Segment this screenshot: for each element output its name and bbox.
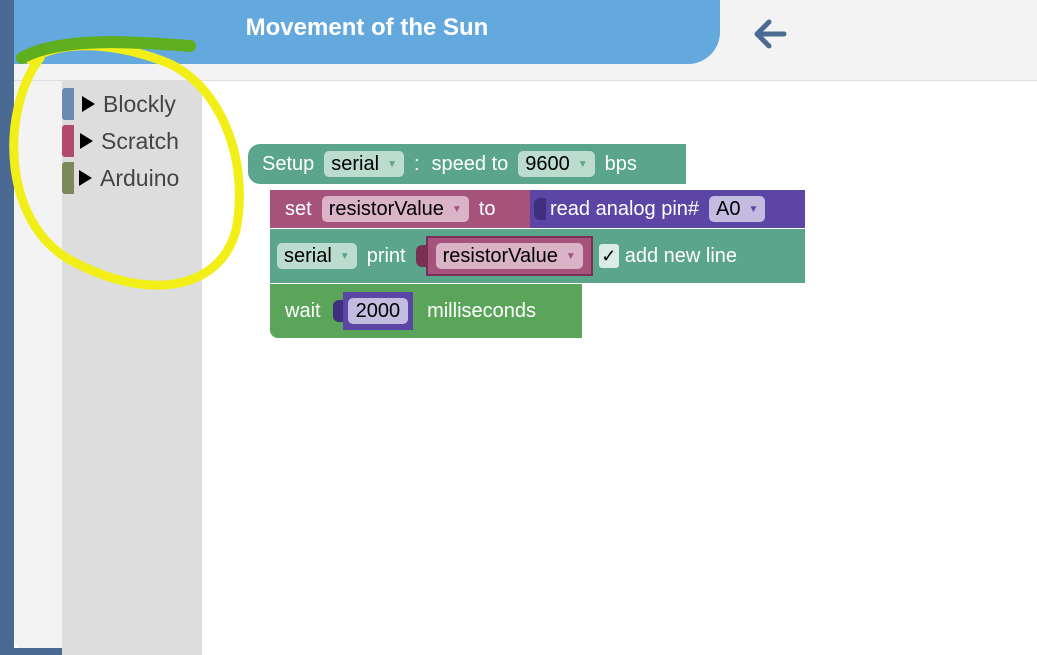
serial-print-block[interactable]: serial ▼ print resistorValue ▼ ✓ add new… (270, 229, 805, 283)
pin-dropdown[interactable]: A0 ▼ (709, 196, 766, 222)
print-variable-dropdown[interactable]: resistorValue ▼ (435, 243, 583, 269)
serial-dropdown[interactable]: serial ▼ (324, 151, 404, 177)
colon-label: : (413, 152, 420, 175)
dropdown-arrow-icon: ▼ (387, 158, 397, 170)
serial-dropdown-value: serial (331, 152, 380, 175)
speed-dropdown-value: 9600 (525, 152, 570, 175)
print-label: print (366, 244, 406, 267)
toolbox-category-scratch[interactable]: Scratch (62, 124, 179, 158)
variable-dropdown[interactable]: resistorValue ▼ (321, 196, 469, 222)
toolbox-category-arduino[interactable]: Arduino (62, 161, 179, 195)
check-icon: ✓ (601, 245, 617, 266)
wait-label: wait (285, 299, 321, 322)
category-color-swatch (62, 125, 74, 157)
read-analog-block[interactable]: read analog pin# A0 ▼ (530, 190, 805, 228)
pin-dropdown-value: A0 (716, 197, 741, 220)
dropdown-arrow-icon: ▼ (748, 203, 759, 215)
speed-dropdown[interactable]: 9600 ▼ (518, 151, 595, 177)
expand-triangle-icon (80, 133, 93, 149)
back-button[interactable] (748, 14, 792, 54)
category-label: Blockly (103, 90, 176, 117)
milliseconds-value: 2000 (355, 299, 401, 322)
milliseconds-input[interactable]: 2000 (347, 298, 409, 324)
category-label: Arduino (100, 164, 180, 191)
page-title: Movement of the Sun (245, 14, 489, 41)
print-variable-value: resistorValue (442, 244, 558, 267)
read-analog-label: read analog pin# (550, 197, 700, 220)
to-label: to (478, 197, 496, 220)
add-new-line-label: add new line (624, 244, 738, 267)
milliseconds-label: milliseconds (427, 299, 537, 322)
print-serial-dropdown[interactable]: serial ▼ (277, 243, 357, 269)
category-label: Scratch (101, 127, 179, 154)
window-frame-bottom (0, 648, 62, 655)
dropdown-arrow-icon: ▼ (339, 250, 350, 262)
input-socket (534, 198, 546, 220)
setup-serial-block[interactable]: Setup serial ▼ : speed to 9600 ▼ bps (248, 144, 686, 184)
dropdown-arrow-icon: ▼ (577, 158, 588, 170)
setup-label: Setup (262, 152, 315, 175)
number-block[interactable]: 2000 (342, 292, 414, 330)
add-new-line-checkbox[interactable]: ✓ (598, 244, 619, 268)
expand-triangle-icon (79, 170, 92, 186)
set-variable-block[interactable]: set resistorValue ▼ to (270, 190, 544, 228)
speed-label: speed to (431, 152, 509, 175)
toolbox-category-blockly[interactable]: Blockly (62, 87, 176, 121)
print-serial-dropdown-value: serial (284, 244, 332, 267)
category-color-swatch (62, 162, 74, 194)
variable-getter-block[interactable]: resistorValue ▼ (425, 236, 593, 276)
dropdown-arrow-icon: ▼ (451, 203, 462, 215)
arrow-left-icon (754, 19, 787, 49)
title-tab: Movement of the Sun (14, 0, 720, 64)
category-color-swatch (62, 88, 74, 120)
toolbox: Blockly Scratch Arduino (62, 81, 202, 655)
set-label: set (285, 197, 312, 220)
window-frame-left (0, 0, 14, 655)
dropdown-arrow-icon: ▼ (565, 250, 576, 262)
expand-triangle-icon (82, 96, 95, 112)
bps-label: bps (604, 152, 637, 175)
variable-dropdown-value: resistorValue (328, 197, 444, 220)
wait-block[interactable]: wait 2000 milliseconds (270, 284, 582, 338)
